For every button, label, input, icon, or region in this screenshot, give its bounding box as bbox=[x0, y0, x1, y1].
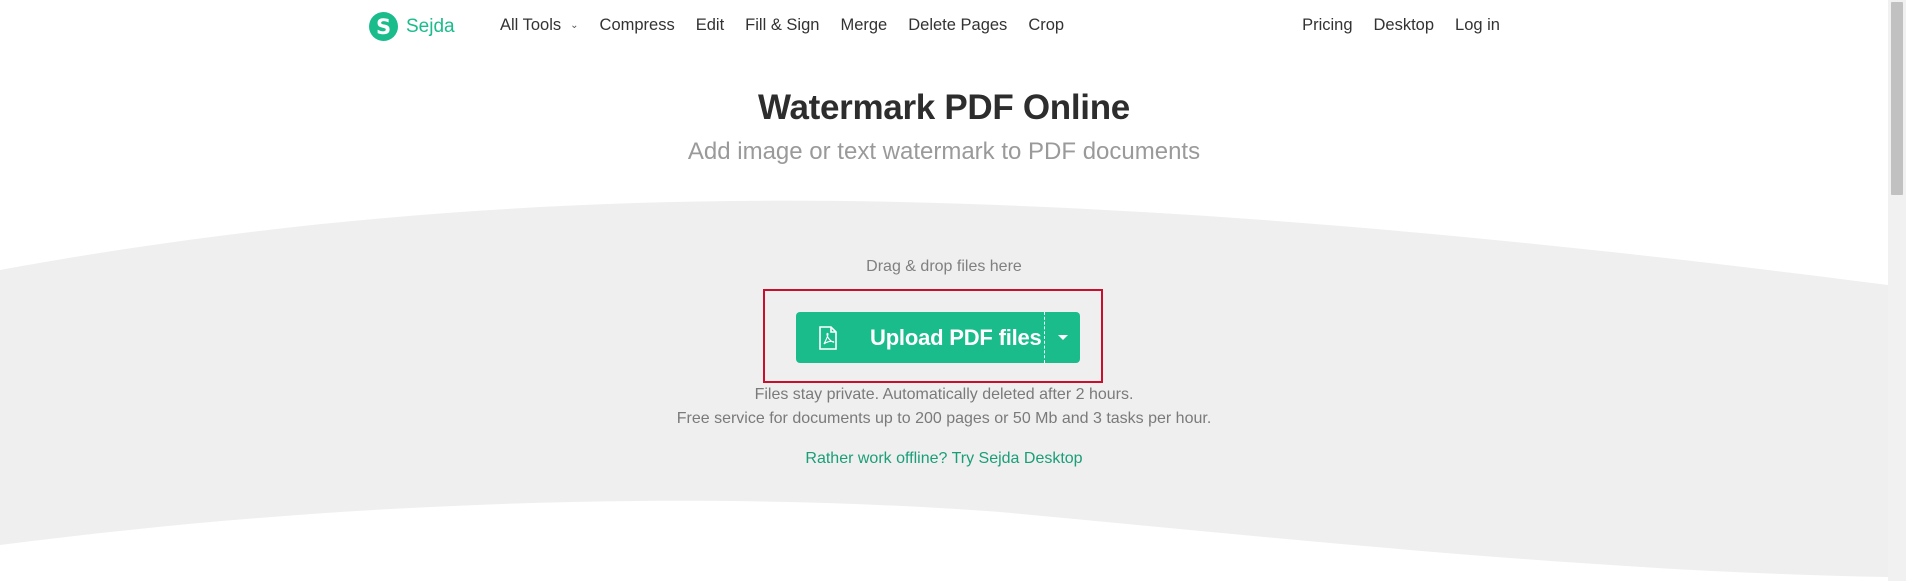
nav-left: All Tools ⌄ Compress Edit Fill & Sign Me… bbox=[500, 16, 1085, 35]
nav-all-tools[interactable]: All Tools ⌄ bbox=[500, 16, 579, 35]
nav-all-tools-label: All Tools bbox=[500, 16, 562, 34]
limits-note: Free service for documents up to 200 pag… bbox=[676, 410, 1212, 427]
scrollbar-thumb[interactable] bbox=[1891, 2, 1903, 195]
upload-main-area[interactable]: Upload PDF files bbox=[796, 312, 1044, 363]
upload-button-label: Upload PDF files bbox=[870, 324, 1042, 350]
pdf-file-icon bbox=[819, 325, 837, 350]
brand-name: Sejda bbox=[406, 15, 455, 37]
page-scrollbar[interactable] bbox=[1888, 0, 1906, 581]
nav-desktop[interactable]: Desktop bbox=[1374, 16, 1435, 35]
upload-pdf-button[interactable]: Upload PDF files bbox=[796, 312, 1080, 363]
privacy-note: Files stay private. Automatically delete… bbox=[754, 386, 1134, 403]
nav-compress[interactable]: Compress bbox=[600, 16, 675, 35]
nav-edit[interactable]: Edit bbox=[696, 16, 724, 35]
nav-right: Pricing Desktop Log in bbox=[1281, 16, 1500, 35]
caret-down-icon bbox=[1057, 335, 1068, 340]
nav-pricing[interactable]: Pricing bbox=[1302, 16, 1352, 35]
nav-login[interactable]: Log in bbox=[1455, 16, 1500, 35]
sejda-logo[interactable]: S Sejda bbox=[369, 12, 455, 41]
nav-merge[interactable]: Merge bbox=[840, 16, 887, 35]
page-title: Watermark PDF Online bbox=[758, 88, 1130, 127]
nav-crop[interactable]: Crop bbox=[1028, 16, 1064, 35]
upload-options-dropdown[interactable] bbox=[1045, 312, 1080, 363]
logo-icon: S bbox=[369, 12, 398, 41]
page-subtitle: Add image or text watermark to PDF docum… bbox=[687, 138, 1201, 165]
drag-drop-hint: Drag & drop files here bbox=[866, 258, 1022, 275]
top-navigation: S Sejda All Tools ⌄ Compress Edit Fill &… bbox=[0, 0, 1888, 54]
chevron-down-icon: ⌄ bbox=[570, 20, 579, 31]
desktop-offline-link[interactable]: Rather work offline? Try Sejda Desktop bbox=[0, 450, 1888, 468]
nav-delete-pages[interactable]: Delete Pages bbox=[908, 16, 1007, 35]
nav-fill-sign[interactable]: Fill & Sign bbox=[745, 16, 819, 35]
